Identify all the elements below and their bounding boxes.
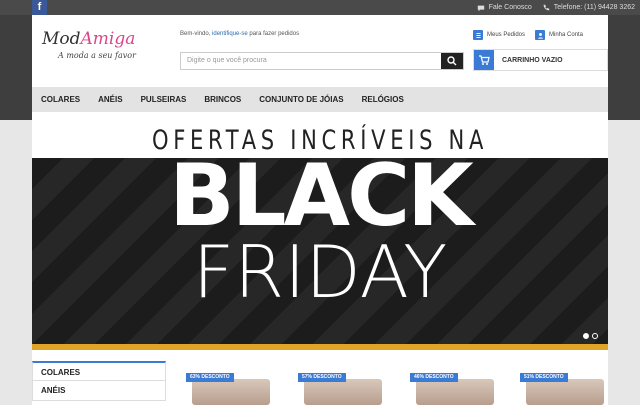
search-icon [447, 56, 457, 66]
category-item-aneis[interactable]: ANÉIS [32, 381, 166, 401]
top-links: Fale Conosco Telefone: (11) 94428 3262 [477, 0, 635, 15]
product-card[interactable]: 63% DESCONTO [186, 373, 276, 405]
product-image[interactable] [304, 379, 382, 405]
orders-label: Meus Pedidos [487, 32, 526, 38]
welcome-message: Bem-vindo, identifique-se para fazer ped… [180, 31, 300, 37]
login-link[interactable]: identifique-se [212, 31, 248, 37]
my-orders-link[interactable]: Meus Pedidos [473, 30, 525, 40]
nav-item-colares[interactable]: COLARES [32, 87, 89, 112]
nav-item-aneis[interactable]: ANÉIS [89, 87, 131, 112]
user-icon [535, 30, 545, 40]
orders-icon [473, 30, 483, 40]
search-input[interactable]: Digite o que você procura [187, 57, 267, 64]
discount-badge: 63% DESCONTO [186, 373, 234, 382]
discount-badge: 46% DESCONTO [410, 373, 458, 382]
nav-item-brincos[interactable]: BRINCOS [195, 87, 250, 112]
discount-badge: 51% DESCONTO [520, 373, 568, 382]
nav-item-relogios[interactable]: RELÓGIOS [353, 87, 413, 112]
chat-icon [477, 5, 484, 11]
product-card[interactable]: 57% DESCONTO [298, 373, 388, 405]
carousel-dot-2[interactable] [592, 333, 598, 339]
hero-title: OFERTAS INCRÍVEIS NA [151, 125, 489, 156]
phone-label: Telefone: (11) 94428 3262 [553, 4, 635, 11]
product-image[interactable] [526, 379, 604, 405]
carousel-dots [583, 333, 598, 339]
main-panel: ModAmiga A moda a seu favor Bem-vindo, i… [32, 15, 608, 405]
phone-icon [543, 4, 549, 10]
cart-icon [474, 50, 494, 70]
cart-button[interactable]: CARRINHO VAZIO [473, 49, 608, 71]
main-nav: COLARES ANÉIS PULSEIRAS BRINCOS CONJUNTO… [32, 87, 608, 112]
logo-tagline: A moda a seu favor [58, 51, 136, 60]
product-card[interactable]: 46% DESCONTO [410, 373, 500, 405]
right-band [608, 15, 640, 120]
product-card[interactable]: 51% DESCONTO [520, 373, 610, 405]
facebook-icon[interactable]: f [32, 0, 47, 15]
search-bar: Digite o que você procura [180, 52, 464, 70]
logo-name: ModAmiga [42, 29, 136, 49]
my-account-link[interactable]: Minha Conta [535, 30, 583, 40]
category-item-colares[interactable]: COLARES [32, 361, 166, 381]
hero-banner[interactable]: BLACK FRIDAY [32, 158, 608, 350]
carousel-dot-1[interactable] [583, 333, 589, 339]
banner-gold-stripe [32, 344, 608, 350]
nav-item-conjunto-de-joias[interactable]: CONJUNTO DE JÓIAS [250, 87, 352, 112]
product-image[interactable] [192, 379, 270, 405]
account-label: Minha Conta [549, 32, 584, 38]
left-band [0, 15, 32, 120]
site-logo[interactable]: ModAmiga A moda a seu favor [42, 29, 157, 75]
banner-word-friday: FRIDAY [192, 230, 448, 314]
top-bar: f Fale Conosco Telefone: (11) 94428 3262 [0, 0, 640, 15]
search-button[interactable] [441, 53, 463, 69]
contact-link[interactable]: Fale Conosco [477, 4, 532, 12]
contact-label[interactable]: Fale Conosco [489, 4, 532, 11]
product-image[interactable] [416, 379, 494, 405]
category-sidebar: COLARES ANÉIS [32, 361, 166, 401]
phone-info: Telefone: (11) 94428 3262 [542, 4, 635, 12]
discount-badge: 57% DESCONTO [298, 373, 346, 382]
nav-item-pulseiras[interactable]: PULSEIRAS [132, 87, 196, 112]
cart-label: CARRINHO VAZIO [502, 56, 563, 64]
